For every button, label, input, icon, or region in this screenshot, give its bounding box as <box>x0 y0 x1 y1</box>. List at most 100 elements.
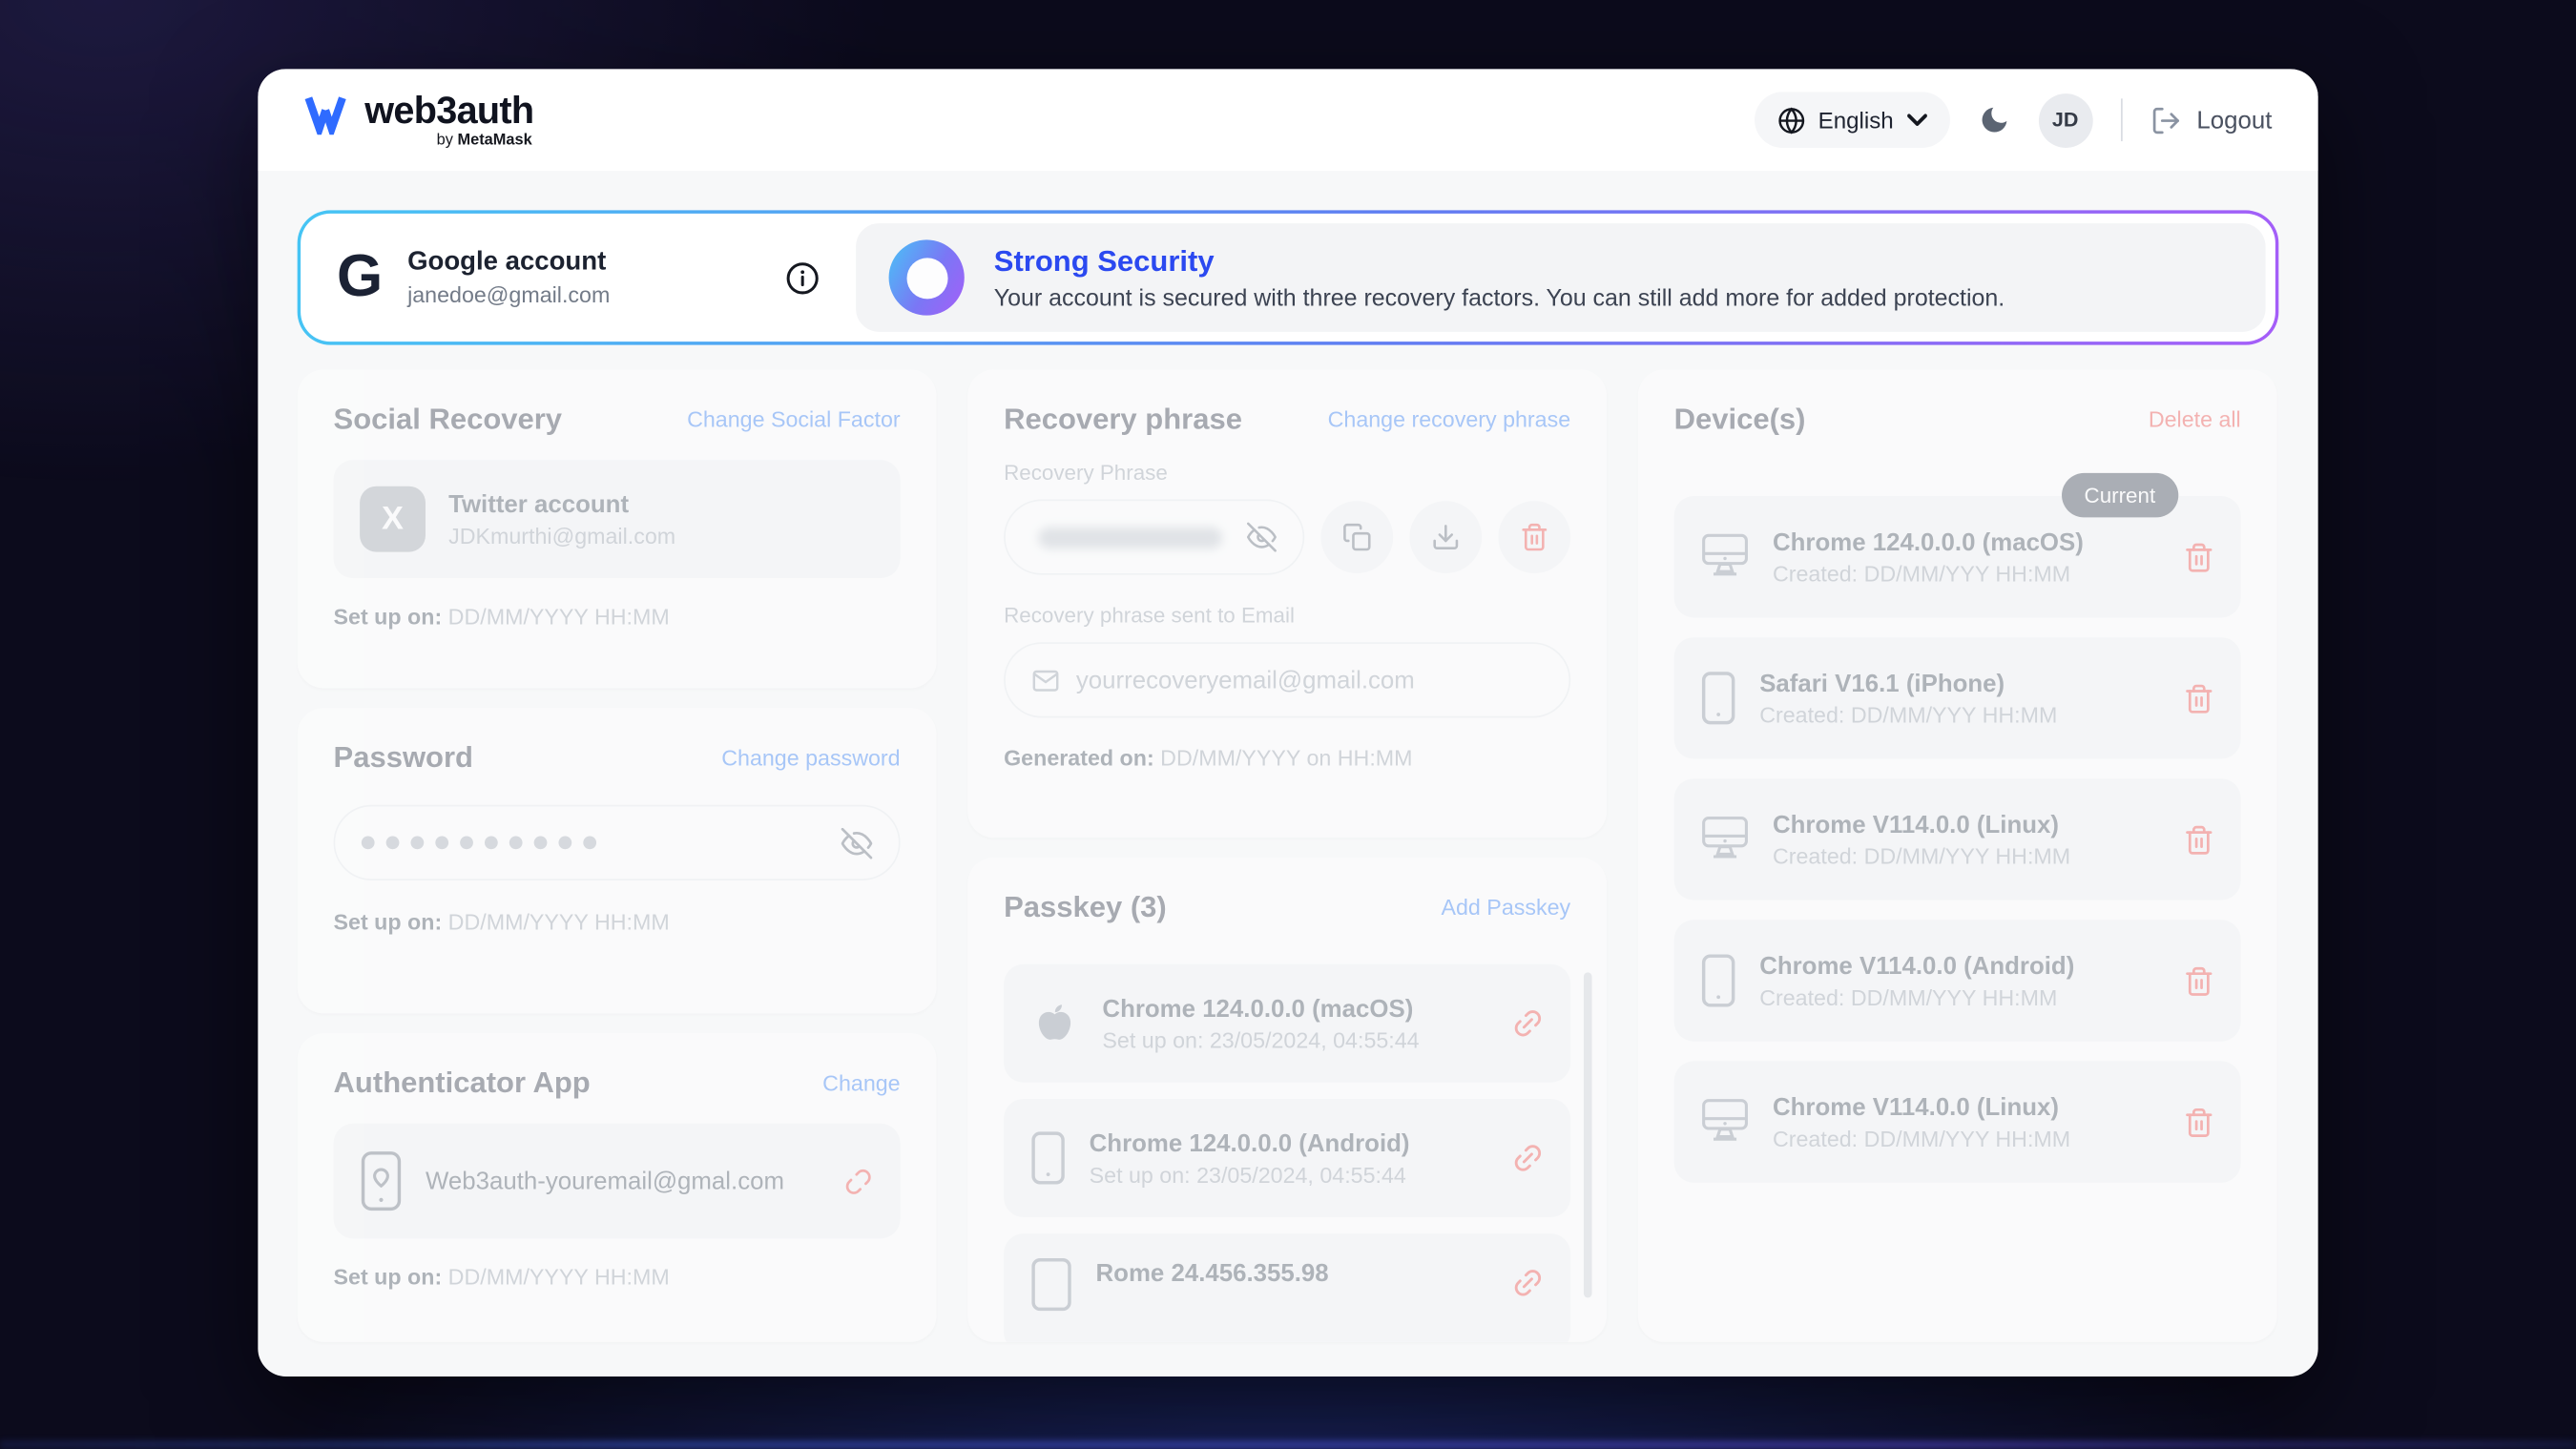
brand-byline: by MetaMask <box>437 133 532 148</box>
link-icon[interactable] <box>1505 1259 1551 1306</box>
security-ring-icon <box>889 239 965 315</box>
info-icon[interactable] <box>785 260 820 295</box>
authenticator-setup-meta: Set up on: DD/MM/YYYY HH:MM <box>334 1265 901 1290</box>
twitter-account-row: X Twitter account JDKmurthi@gmail.com <box>334 460 901 578</box>
bottom-glow-decoration <box>0 1440 2576 1449</box>
download-icon <box>1431 523 1461 552</box>
brand-wordmark: web3auth <box>364 92 533 130</box>
recovery-phrase-redacted-value <box>1038 527 1222 548</box>
password-input[interactable] <box>334 805 901 880</box>
desktop-icon <box>1700 1097 1750 1147</box>
change-social-factor-link[interactable]: Change Social Factor <box>687 407 901 432</box>
security-status-description: Your account is secured with three recov… <box>994 285 2005 312</box>
copy-icon <box>1342 523 1372 552</box>
google-icon: G <box>337 245 383 304</box>
password-masked-value <box>362 836 596 849</box>
phone-icon <box>1030 1130 1067 1187</box>
unlink-icon[interactable] <box>837 1159 881 1203</box>
recovery-email-value: yourrecoveryemail@gmail.com <box>1076 666 1415 693</box>
recovery-email-label: Recovery phrase sent to Email <box>1004 603 1570 628</box>
trash-icon[interactable] <box>2183 965 2214 997</box>
logout-icon <box>2150 104 2182 135</box>
recovery-phrase-label: Recovery Phrase <box>1004 460 1570 485</box>
download-phrase-button[interactable] <box>1409 501 1482 573</box>
password-title: Password <box>334 741 473 776</box>
authenticator-card: Authenticator App Change <box>298 1033 937 1342</box>
security-status: Strong Security Your account is secured … <box>856 223 2265 332</box>
copy-phrase-button[interactable] <box>1320 501 1393 573</box>
security-status-title: Strong Security <box>994 244 2005 279</box>
change-password-link[interactable]: Change password <box>721 746 900 771</box>
device-row: Chrome V114.0.0 (Android) Created: DD/MM… <box>1674 920 2241 1041</box>
passkey-row: Chrome 124.0.0.0 (macOS) Set up on: 23/0… <box>1004 964 1570 1083</box>
password-card: Password Change password <box>298 708 937 1013</box>
authenticator-row-label: Web3auth-youremail@gmal.com <box>426 1167 784 1194</box>
passkey-scrollbar[interactable] <box>1584 972 1592 1297</box>
eye-off-icon[interactable] <box>1247 523 1277 552</box>
trash-icon[interactable] <box>2183 541 2214 572</box>
device-row: Chrome V114.0.0 (Linux) Created: DD/MM/Y… <box>1674 778 2241 900</box>
delete-all-link[interactable]: Delete all <box>2149 407 2241 432</box>
authenticator-title: Authenticator App <box>334 1066 591 1101</box>
devices-card: Device(s) Delete all Current <box>1638 369 2277 1341</box>
recovery-generated-meta: Generated on: DD/MM/YYYY on HH:MM <box>1004 746 1570 771</box>
eye-off-icon[interactable] <box>841 827 873 859</box>
link-icon[interactable] <box>1505 1135 1551 1182</box>
avatar[interactable]: JD <box>2038 93 2092 147</box>
twitter-row-title: Twitter account <box>448 490 675 518</box>
app-header: web3auth by MetaMask English <box>258 69 2317 171</box>
brand-logo: web3auth by MetaMask <box>304 92 534 148</box>
delete-phrase-button[interactable] <box>1498 501 1570 573</box>
header-divider <box>2120 98 2123 141</box>
authenticator-row: Web3auth-youremail@gmal.com <box>334 1124 901 1239</box>
trash-icon[interactable] <box>2183 682 2214 714</box>
devices-title: Device(s) <box>1674 403 1806 437</box>
change-recovery-phrase-link[interactable]: Change recovery phrase <box>1328 407 1571 432</box>
x-twitter-icon: X <box>360 486 426 552</box>
language-label: English <box>1818 107 1894 134</box>
device-row: Chrome V114.0.0 (Linux) Created: DD/MM/Y… <box>1674 1061 2241 1182</box>
account-email: janedoe@gmail.com <box>407 282 610 307</box>
link-icon[interactable] <box>1505 1000 1551 1046</box>
passkey-card: Passkey (3) Add Passkey <box>967 858 1607 1342</box>
trash-icon <box>1520 523 1549 552</box>
recovery-email-input[interactable]: yourrecoveryemail@gmail.com <box>1004 642 1570 717</box>
phone-icon <box>1700 953 1736 1009</box>
dark-mode-toggle[interactable] <box>1978 103 2010 135</box>
globe-icon <box>1777 106 1805 134</box>
desktop-icon <box>1700 815 1750 864</box>
trash-icon[interactable] <box>2183 824 2214 856</box>
twitter-row-email: JDKmurthi@gmail.com <box>448 523 675 548</box>
passkey-row: Chrome 124.0.0.0 (Android) Set up on: 23… <box>1004 1099 1570 1217</box>
password-setup-meta: Set up on: DD/MM/YYYY HH:MM <box>334 910 901 935</box>
mail-icon <box>1031 666 1059 693</box>
recovery-phrase-title: Recovery phrase <box>1004 403 1242 437</box>
logout-label: Logout <box>2196 106 2272 134</box>
phone-icon <box>1700 671 1736 727</box>
chevron-down-icon <box>1906 114 1926 127</box>
language-selector[interactable]: English <box>1754 92 1949 148</box>
security-banner: G Google account janedoe@gmail.com <box>298 210 2279 344</box>
apple-icon <box>1030 997 1080 1049</box>
web3auth-logo-icon <box>304 92 354 135</box>
device-row: Safari V16.1 (iPhone) Created: DD/MM/YYY… <box>1674 637 2241 758</box>
page: web3auth by MetaMask English <box>0 0 2576 1449</box>
account-summary: G Google account janedoe@gmail.com <box>301 214 856 342</box>
add-passkey-link[interactable]: Add Passkey <box>1441 895 1570 920</box>
desktop-icon <box>1700 532 1750 582</box>
tablet-icon <box>1030 1256 1073 1313</box>
current-device-badge: Current <box>2061 473 2178 517</box>
passkey-title: Passkey (3) <box>1004 890 1167 924</box>
social-setup-meta: Set up on: DD/MM/YYYY HH:MM <box>334 605 901 630</box>
account-title: Google account <box>407 248 610 278</box>
recovery-phrase-card: Recovery phrase Change recovery phrase R… <box>967 369 1607 838</box>
social-recovery-title: Social Recovery <box>334 403 562 437</box>
logout-button[interactable]: Logout <box>2150 104 2272 135</box>
recovery-phrase-input[interactable] <box>1004 499 1304 574</box>
authenticator-phone-icon <box>360 1149 403 1211</box>
change-authenticator-link[interactable]: Change <box>822 1071 900 1096</box>
main-panel: web3auth by MetaMask English <box>258 69 2317 1377</box>
passkey-row: Rome 24.456.355.98 <box>1004 1233 1570 1342</box>
social-recovery-card: Social Recovery Change Social Factor X T… <box>298 369 937 688</box>
trash-icon[interactable] <box>2183 1107 2214 1138</box>
